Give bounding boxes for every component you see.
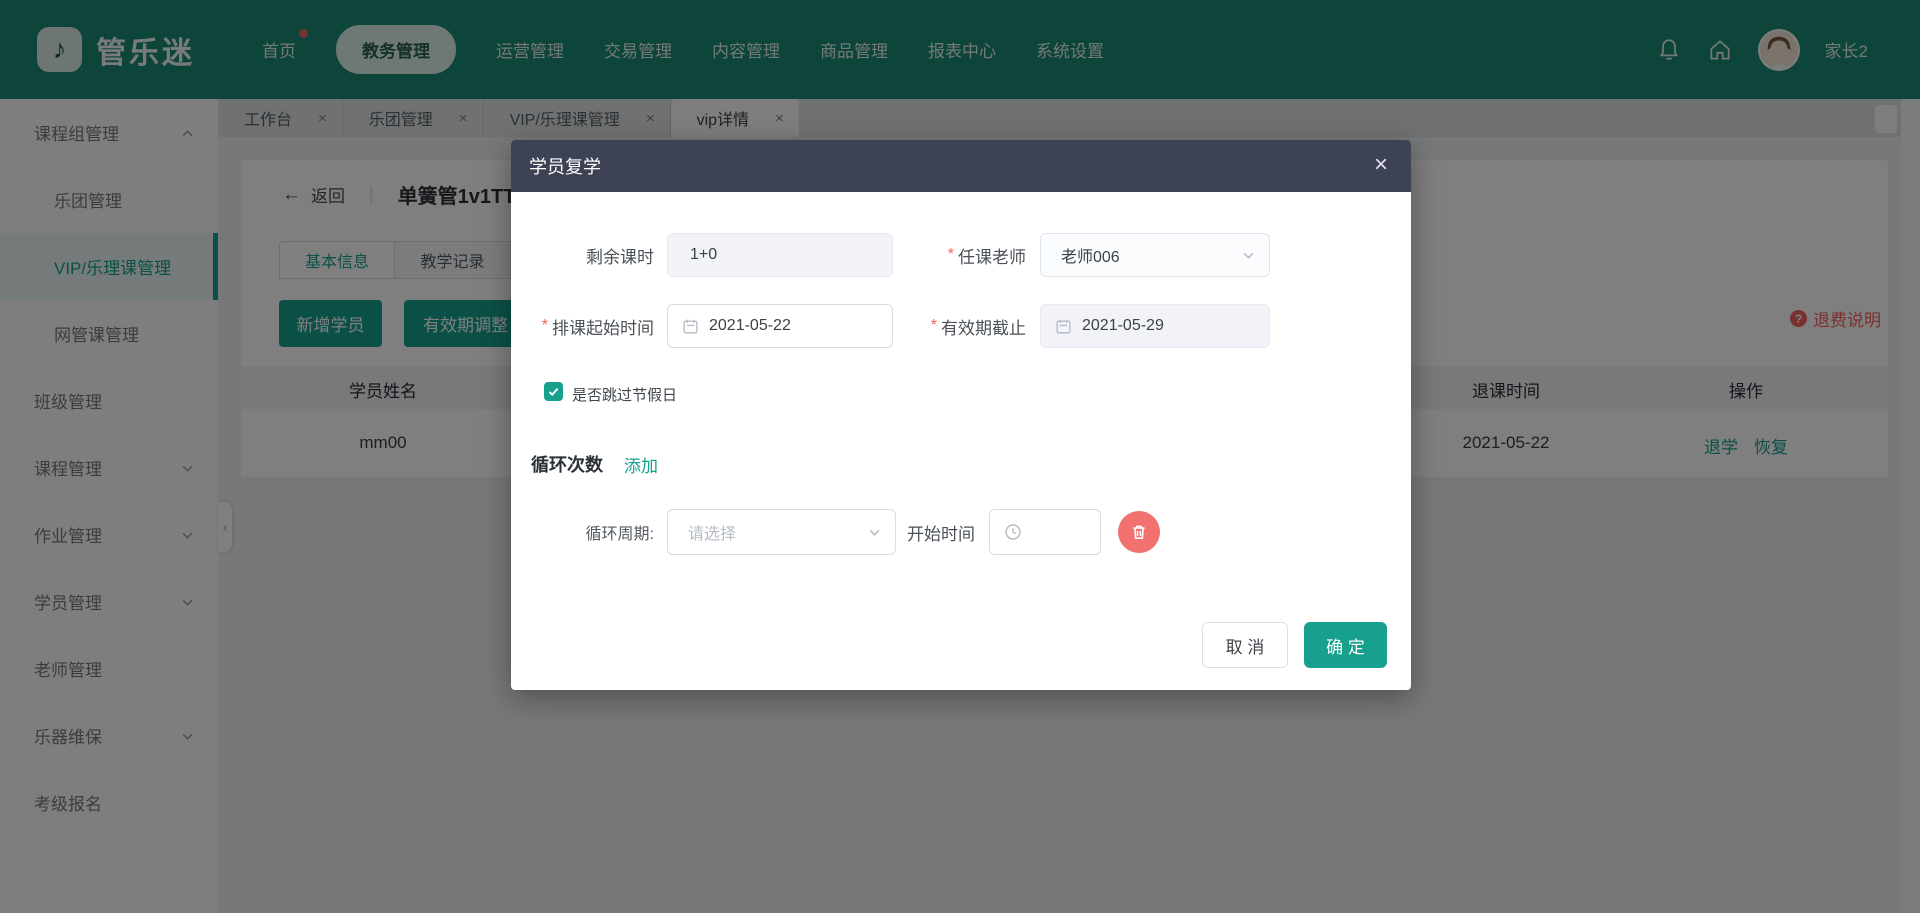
cancel-button[interactable]: 取 消 [1202,622,1288,668]
teacher-select[interactable]: 老师006 [1040,233,1270,277]
calendar-icon [1055,318,1072,335]
required-asterisk: * [931,317,937,335]
modal-close-icon[interactable]: × [1367,151,1395,179]
cycle-add-link[interactable]: 添加 [624,452,658,477]
cycle-period-select[interactable]: 请选择 [667,509,896,555]
modal-header: 学员复学 × [511,140,1411,192]
trash-icon [1130,523,1148,541]
skip-holiday-checkbox[interactable] [544,382,563,401]
clock-icon [1004,523,1022,541]
required-asterisk: * [542,317,548,335]
required-asterisk: * [948,246,954,264]
teacher-label: * 任课老师 [851,233,1026,277]
end-date-field[interactable]: 2021-05-29 [1040,304,1270,348]
end-date-label: * 有效期截止 [851,304,1026,348]
check-icon [547,385,560,398]
confirm-button[interactable]: 确 定 [1304,622,1387,668]
chevron-down-icon [868,526,881,539]
remaining-hours-label: 剩余课时 [511,233,654,277]
chevron-down-icon [1242,249,1255,262]
delete-cycle-button[interactable] [1118,511,1160,553]
start-date-label: * 排课起始时间 [511,304,654,348]
skip-holiday-label: 是否跳过节假日 [572,384,677,405]
cycle-section-title: 循环次数 [531,451,603,477]
calendar-icon [682,318,699,335]
cycle-start-label: 开始时间 [907,509,985,555]
cycle-period-label: 循环周期: [511,509,654,555]
resume-study-modal: 学员复学 × 剩余课时 1+0 * 任课老师 老师006 * 排课起始时间 20… [511,140,1411,690]
cycle-start-time-field[interactable] [989,509,1101,555]
modal-title: 学员复学 [529,140,601,192]
